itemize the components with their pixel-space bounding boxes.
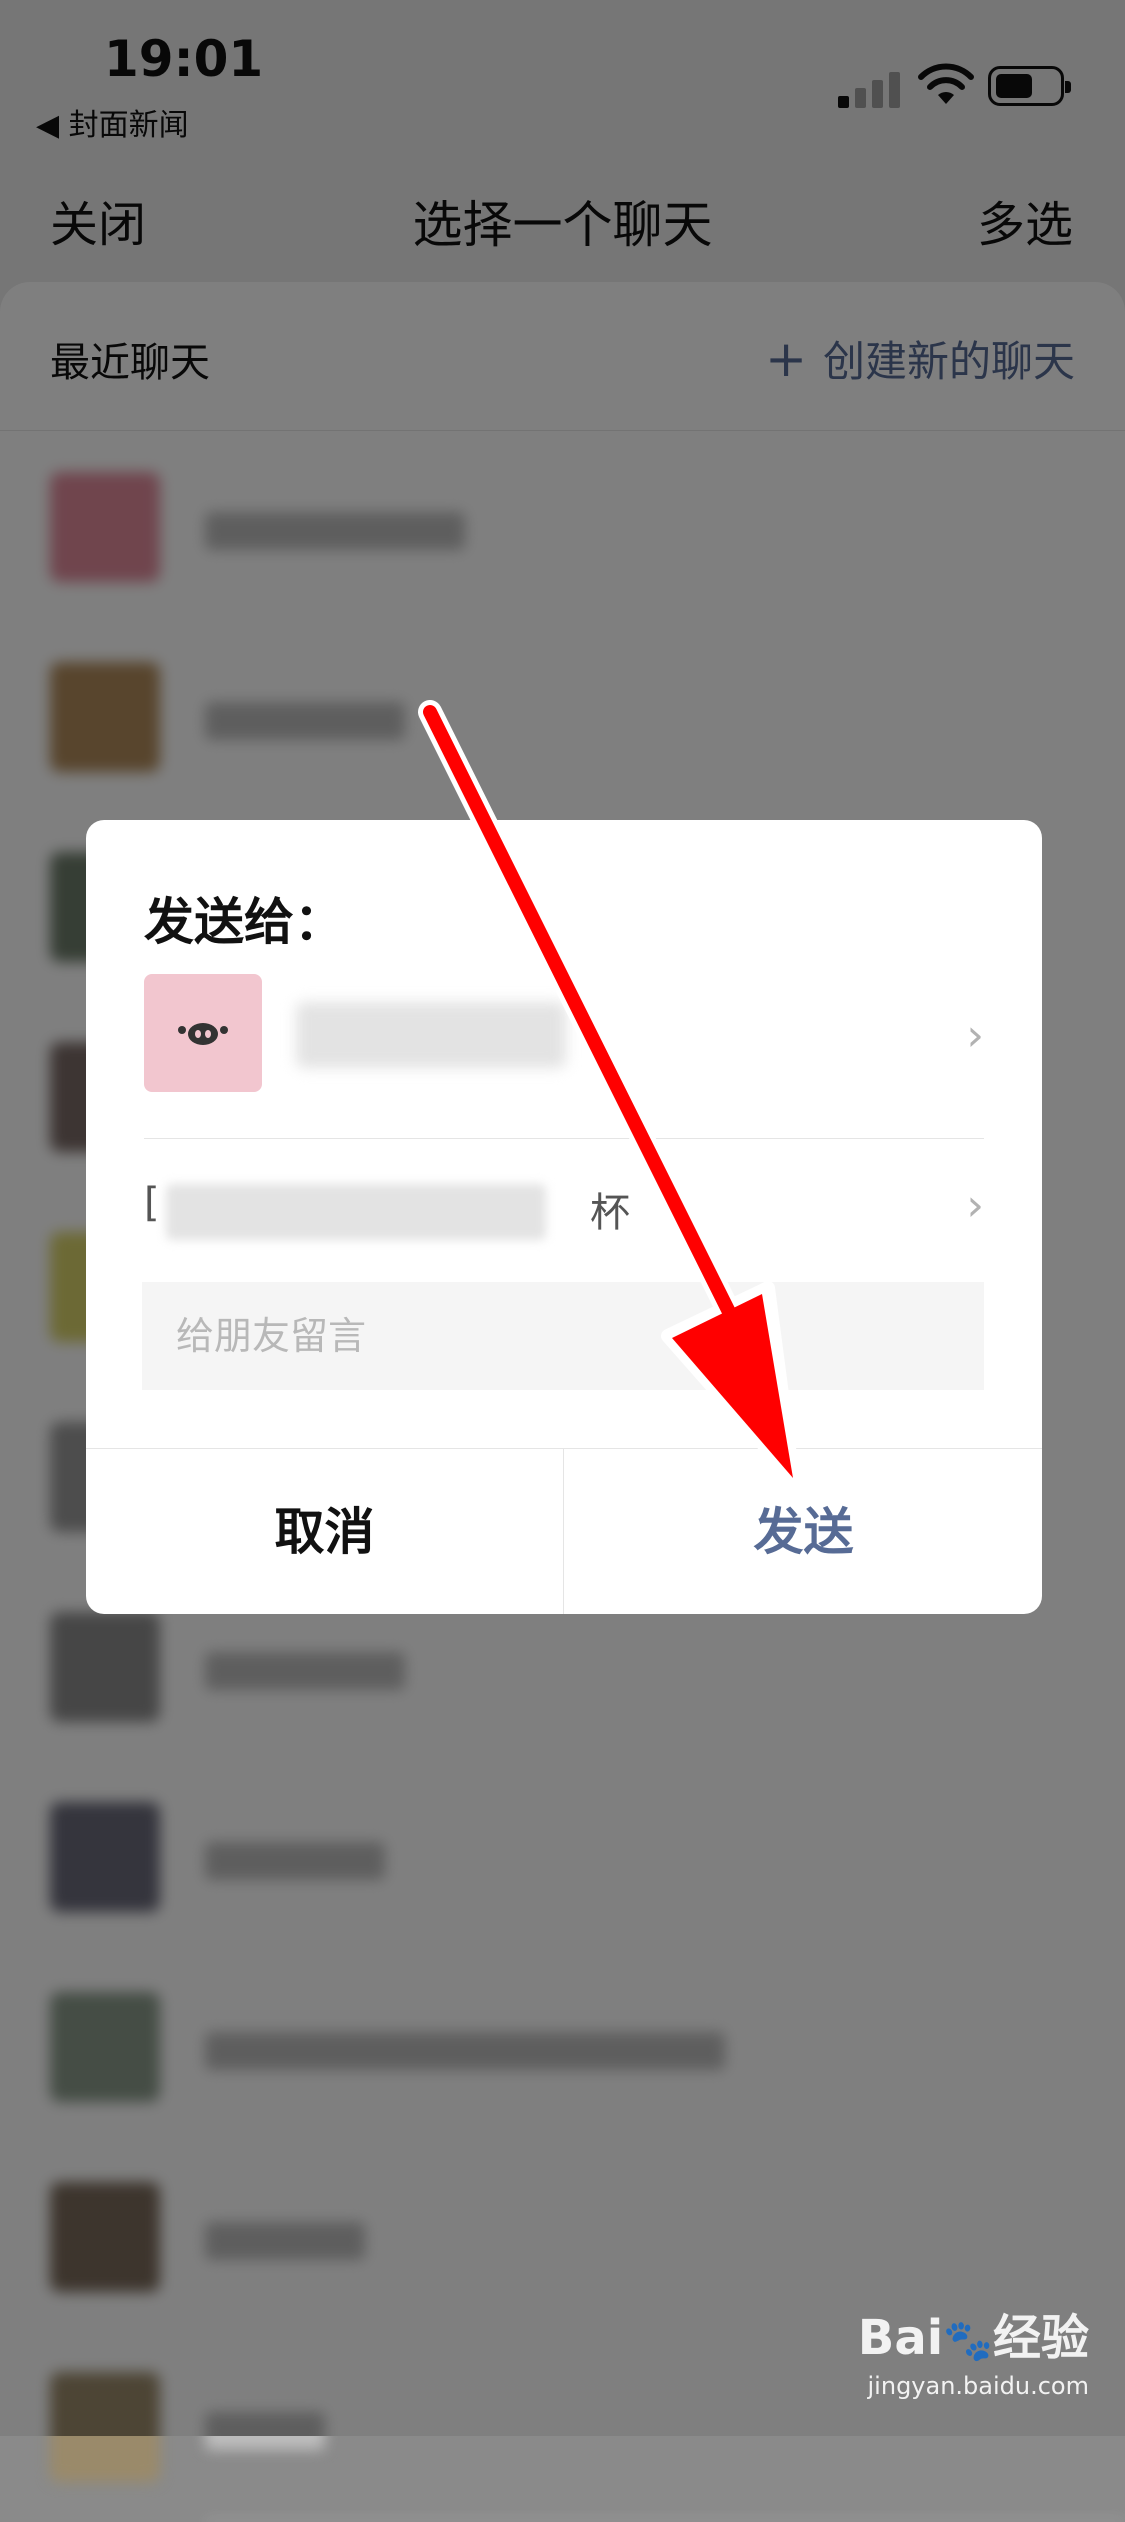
dialog-title: 发送给：: [144, 893, 344, 951]
paw-icon: 🐾: [943, 2318, 993, 2364]
recipient-row[interactable]: ›: [144, 974, 984, 1100]
content-preview-prefix: [: [144, 1180, 160, 1226]
send-to-dialog: 发送给： › [ 杯 › 取消 发送: [86, 820, 1042, 1614]
chevron-right-icon: ›: [966, 1010, 984, 1061]
button-divider: [563, 1449, 564, 1614]
content-preview-suffix: 杯: [590, 1190, 630, 1236]
recipient-name-blurred: [296, 1002, 566, 1068]
watermark-url: jingyan.baidu.com: [867, 2372, 1089, 2400]
cancel-button[interactable]: 取消: [86, 1449, 563, 1614]
chevron-right-icon: ›: [966, 1180, 984, 1231]
watermark-logo: Bai🐾经验: [857, 2310, 1089, 2366]
divider: [144, 1138, 984, 1139]
baidu-jingyan-watermark: Bai🐾经验 jingyan.baidu.com: [858, 2298, 1089, 2400]
send-button[interactable]: 发送: [565, 1449, 1042, 1614]
dialog-button-bar: 取消 发送: [86, 1448, 1042, 1614]
message-input[interactable]: [142, 1282, 984, 1390]
avatar: [144, 974, 262, 1092]
shared-content-row[interactable]: [ 杯 ›: [144, 1180, 984, 1240]
pig-icon: [178, 1023, 228, 1045]
content-preview-blurred: [166, 1184, 546, 1240]
